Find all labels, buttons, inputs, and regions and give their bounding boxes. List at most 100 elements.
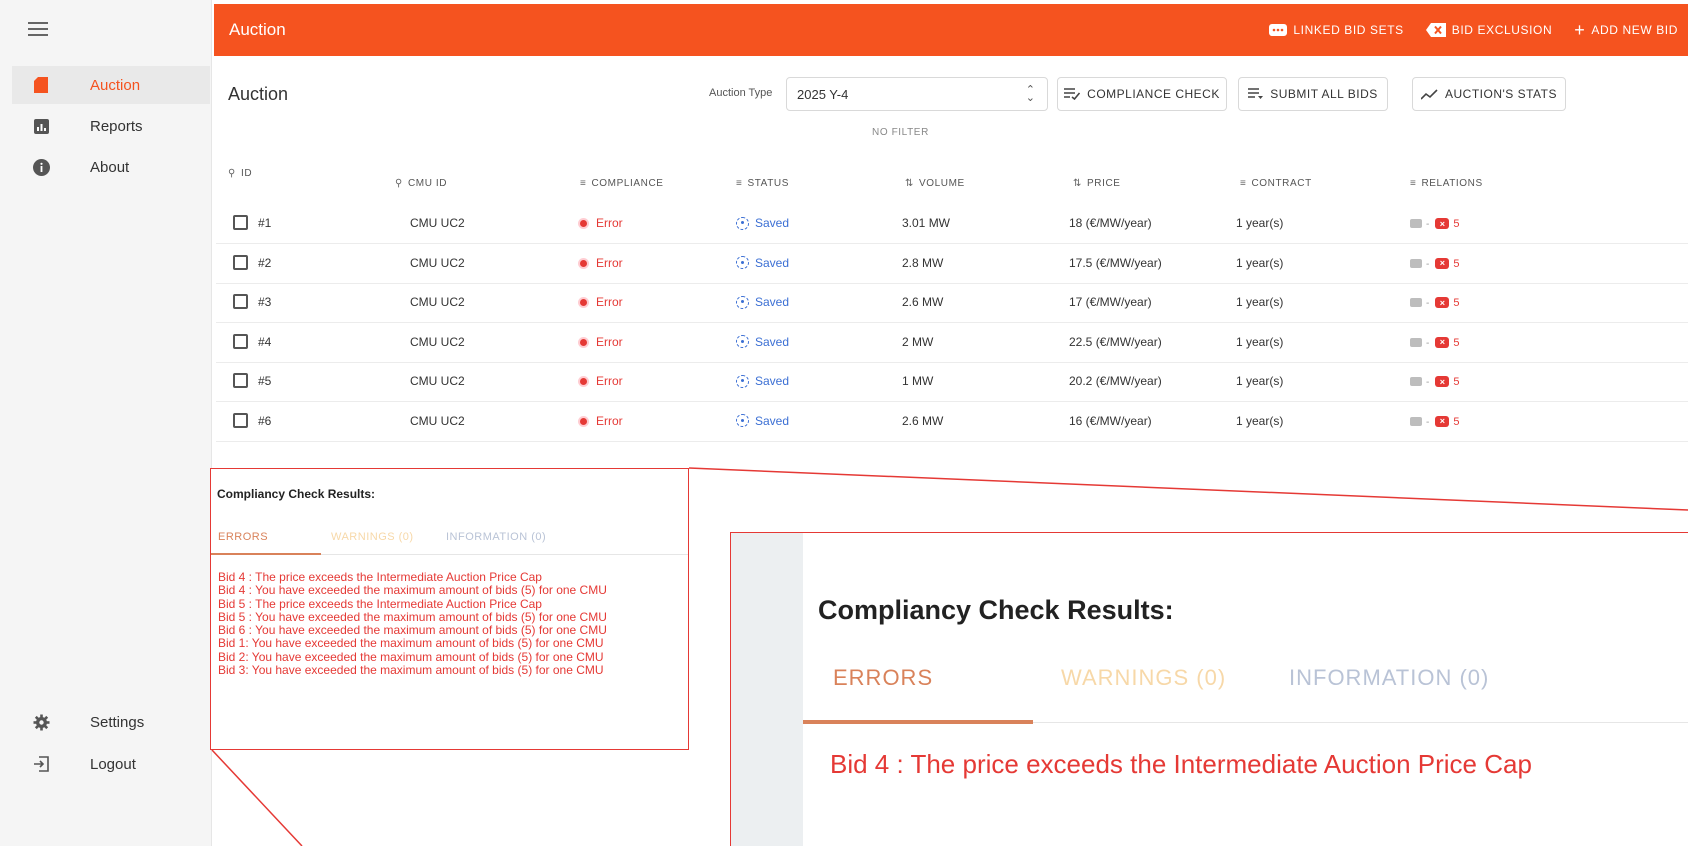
tab-errors[interactable]: ERRORS	[218, 531, 268, 543]
cell-id: #3	[258, 295, 272, 309]
sidebar-item-label: About	[90, 158, 130, 176]
sort-icon: ⇅	[1073, 178, 1082, 189]
cell-price: 18 (€/MW/year)	[1069, 216, 1152, 230]
saved-status-icon	[736, 414, 749, 427]
column-header-price[interactable]: ⇅ PRICE	[1073, 178, 1121, 189]
table-row[interactable]: #4 CMU UC2 Error Saved 2 MW 22.5 (€/MW/year) 1…	[216, 323, 1688, 363]
cell-price: 22.5 (€/MW/year)	[1069, 334, 1162, 349]
exclusion-x-icon[interactable]: ×	[1435, 336, 1450, 348]
sidebar-item-settings[interactable]: Settings	[12, 703, 210, 741]
cell-id: #6	[258, 413, 272, 428]
cell-id: #1	[258, 216, 272, 230]
status-value: Saved	[755, 216, 790, 230]
filter-icon: ≡	[1240, 178, 1247, 189]
table-row[interactable]: #2 CMU UC2 Error Saved 2.8 MW 17.5 (€/MW/year…	[216, 244, 1688, 284]
relation-count: 5	[1453, 415, 1460, 428]
app-root: Auction Reports About Settings Logout Au…	[0, 0, 1688, 846]
sidebar-item-logout[interactable]: Logout	[12, 745, 210, 783]
error-dot-icon	[580, 378, 587, 386]
compliance-value: Error	[596, 413, 623, 428]
table-row[interactable]: #6 CMU UC2 Error Saved 2.6 MW 16 (€/MW/year) 1…	[216, 402, 1688, 442]
exclusion-x-icon[interactable]: ×	[1435, 257, 1450, 269]
table-row[interactable]: #5 CMU UC2 Error Saved 1 MW 20.2 (€/MW/year) 1…	[216, 362, 1688, 402]
column-header-id[interactable]: ⚲ ID	[228, 168, 252, 179]
status-value: Saved	[755, 255, 790, 270]
column-header-compliance[interactable]: ≡ COMPLIANCE	[580, 178, 664, 189]
row-checkbox[interactable]	[233, 412, 248, 428]
linked-tag-icon[interactable]	[1410, 219, 1422, 229]
cell-compliance: Error	[580, 256, 623, 270]
trend-line-icon	[1420, 88, 1438, 100]
error-dot-icon	[580, 259, 587, 267]
sidebar-item-label: Settings	[90, 713, 145, 731]
cell-relations: - × 5	[1410, 414, 1459, 428]
error-list: Bid 4 : The price exceeds the Intermedia…	[218, 570, 607, 678]
cell-contract: 1 year(s)	[1236, 216, 1284, 230]
error-message: Bid 2: You have exceeded the maximum amo…	[218, 649, 604, 664]
column-header-status[interactable]: ≡ STATUS	[736, 178, 789, 189]
relation-count: 5	[1453, 297, 1460, 309]
compliance-check-button[interactable]: COMPLIANCE CHECK	[1057, 77, 1227, 111]
column-header-contract[interactable]: ≡ CONTRACT	[1240, 178, 1312, 189]
row-checkbox[interactable]	[233, 254, 248, 270]
compliance-tabs: ERRORS WARNINGS (0) INFORMATION (0)	[211, 523, 688, 555]
list-check-icon	[1064, 88, 1081, 100]
cell-status: Saved	[736, 414, 789, 428]
column-header-label: COMPLIANCE	[591, 178, 664, 189]
exclusion-x-icon[interactable]: ×	[1435, 376, 1450, 388]
filter-status: NO FILTER	[872, 127, 929, 138]
cell-contract: 1 year(s)	[1236, 334, 1284, 349]
table-row[interactable]: #1 CMU UC2 Error Saved 3.01 MW 18 (€/MW/year)…	[216, 204, 1688, 244]
error-message: Bid 3: You have exceeded the maximum amo…	[218, 663, 604, 678]
saved-status-icon	[736, 256, 749, 269]
column-header-volume[interactable]: ⇅ VOLUME	[905, 178, 965, 189]
cell-id: #5	[258, 374, 272, 388]
bid-exclusion-button[interactable]: BID EXCLUSION	[1425, 23, 1553, 37]
zoom-active-tab-indicator	[803, 720, 1033, 724]
cell-compliance: Error	[580, 295, 623, 309]
tab-information[interactable]: INFORMATION (0)	[446, 531, 546, 543]
cell-status: Saved	[736, 335, 789, 349]
compliance-results-title: Compliancy Check Results:	[217, 487, 376, 501]
row-checkbox[interactable]	[233, 215, 248, 230]
linked-tag-icon[interactable]	[1410, 298, 1422, 308]
zoom-tab-errors: ERRORS	[833, 665, 934, 690]
relation-separator: -	[1426, 416, 1430, 428]
exclusion-x-icon[interactable]: ×	[1435, 218, 1450, 230]
row-checkbox[interactable]	[233, 373, 248, 388]
linked-tag-icon[interactable]	[1410, 258, 1422, 268]
linked-tag-icon[interactable]	[1410, 416, 1422, 426]
column-header-label: STATUS	[747, 178, 790, 189]
error-dot-icon	[580, 417, 587, 425]
tab-warnings[interactable]: WARNINGS (0)	[331, 531, 414, 543]
table-row[interactable]: #3 CMU UC2 Error Saved 2.6 MW 17 (€/MW/year) 1…	[216, 283, 1688, 323]
sidebar-item-reports[interactable]: Reports	[12, 107, 210, 145]
compliance-value: Error	[596, 295, 623, 309]
cell-volume: 2.6 MW	[902, 413, 944, 428]
hamburger-menu-icon[interactable]	[28, 22, 48, 38]
cell-status: Saved	[736, 256, 789, 270]
linked-bid-sets-button[interactable]: LINKED BID SETS	[1269, 23, 1403, 37]
auction-stats-button[interactable]: AUCTION'S STATS	[1412, 77, 1566, 111]
linked-tag-icon[interactable]	[1410, 337, 1422, 347]
compliance-results-panel: Compliancy Check Results: ERRORS WARNING…	[210, 468, 689, 750]
compliance-value: Error	[596, 255, 623, 270]
zoom-inset: Compliancy Check Results: ERRORS WARNING…	[730, 532, 1688, 846]
logout-icon	[32, 755, 50, 773]
column-header-relations[interactable]: ≡ RELATIONS	[1410, 178, 1483, 189]
bar-chart-icon	[32, 117, 50, 135]
exclusion-x-icon[interactable]: ×	[1435, 297, 1450, 309]
cell-status: Saved	[736, 374, 789, 388]
submit-all-bids-button[interactable]: SUBMIT ALL BIDS	[1238, 77, 1388, 111]
cell-cmu-id: CMU UC2	[410, 216, 465, 230]
row-checkbox[interactable]	[233, 333, 248, 349]
sidebar-item-auction[interactable]: Auction	[12, 66, 210, 104]
zoom-tab-warnings: WARNINGS (0)	[1061, 665, 1227, 690]
column-header-cmu-id[interactable]: ⚲ CMU ID	[395, 178, 447, 189]
linked-tag-icon[interactable]	[1410, 377, 1422, 387]
exclusion-x-icon[interactable]: ×	[1435, 415, 1450, 427]
sidebar-item-about[interactable]: About	[12, 148, 210, 186]
auction-type-select[interactable]: 2025 Y-4 ⌃ ⌄	[786, 77, 1048, 111]
row-checkbox[interactable]	[233, 294, 248, 309]
add-new-bid-button[interactable]: + ADD NEW BID	[1574, 21, 1678, 39]
